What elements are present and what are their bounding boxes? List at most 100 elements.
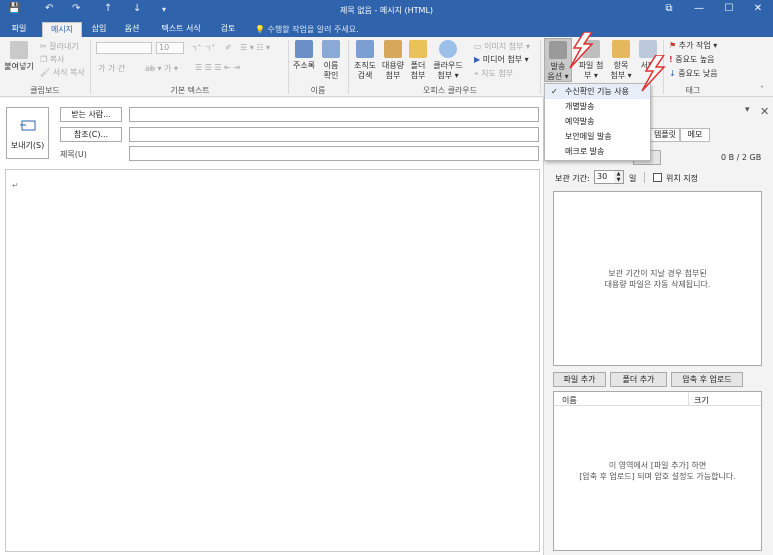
tab-memo[interactable]: 메모	[680, 128, 710, 142]
add-folder-button[interactable]: 폴더 추가	[610, 372, 667, 387]
close-button[interactable]: ✕	[743, 2, 773, 18]
tab-file[interactable]: 파일	[4, 22, 34, 37]
org-search-button[interactable]: 조직도 검색	[351, 40, 379, 81]
to-button[interactable]: 받는 사람...	[60, 107, 122, 122]
group-separator	[540, 40, 541, 94]
tab-template[interactable]: 템플릿	[650, 128, 680, 142]
bullets-icon[interactable]: ☰ ▾ ☷ ▾	[240, 43, 270, 52]
subject-field[interactable]	[129, 146, 539, 161]
play-icon: ▶	[474, 55, 481, 64]
menu-item-secure-send[interactable]: 보안메일 발송	[545, 129, 650, 144]
send-options-icon	[549, 41, 567, 59]
folder-attach-label: 폴더	[410, 61, 426, 70]
copy-icon: ❐	[40, 55, 48, 64]
map-attach-button[interactable]: ⌖ 지도 첨부	[474, 68, 513, 79]
attach-file-label-2: 부 ▾	[584, 71, 598, 80]
group-separator	[90, 40, 91, 94]
org-search-label-2: 검색	[357, 71, 373, 80]
pane-close-icon[interactable]: ✕	[760, 105, 769, 118]
menu-item-individual-send[interactable]: 개별발송	[545, 99, 650, 114]
cloud-icon	[439, 40, 457, 58]
restore-ribbon-button[interactable]: ⧉	[654, 2, 684, 18]
send-button[interactable]: 보내기(S)	[6, 107, 49, 159]
collapse-ribbon-icon[interactable]: ˄	[760, 85, 764, 94]
format-painter-label: 서식 복사	[52, 68, 85, 77]
file-list[interactable]: 이름 크기 이 영역에서 [파일 추가] 하면 [압축 후 업로드] 되며 암호…	[553, 391, 762, 551]
high-importance-label: 중요도 높음	[675, 55, 715, 64]
check-names-label-2: 확인	[323, 71, 339, 80]
column-separator	[688, 392, 689, 406]
to-field[interactable]	[129, 107, 539, 122]
brush-icon: 🖌	[40, 68, 51, 77]
tell-me-box[interactable]: 💡 수행할 작업을 알려 주세요.	[255, 24, 359, 35]
grow-font-icon[interactable]: ㄱ˄ ㄱ˅	[190, 43, 215, 54]
folder-attach-button[interactable]: 폴더 첨부	[407, 40, 429, 81]
attach-item-button[interactable]: 항목 첨부 ▾	[607, 40, 635, 81]
title-bar: 💾 ↶ ↷ ↑ ↓ ▾ 제목 없음 - 메시지 (HTML) ⧉ — ☐ ✕	[0, 0, 773, 20]
position-label: 위치 지정	[666, 174, 698, 183]
menu-item-read-receipt[interactable]: ✓ 수신확인 기능 사용	[545, 84, 650, 99]
spin-down-icon[interactable]: ▼	[614, 177, 623, 183]
format-painter-button[interactable]: 🖌 서식 복사	[40, 67, 85, 78]
large-file-list[interactable]: 보관 기간이 지날 경우 첨부된 대용량 파일은 자동 삭제됩니다.	[553, 191, 762, 366]
tab-message[interactable]: 메시지	[42, 22, 82, 37]
check-names-button[interactable]: 이름 확인	[319, 40, 343, 81]
column-size[interactable]: 크기	[694, 395, 709, 406]
large-attach-label-2: 첨부	[385, 71, 401, 80]
lightbulb-icon: 💡	[255, 25, 265, 34]
copy-button[interactable]: ❐ 복사	[40, 54, 64, 65]
package-icon	[384, 40, 402, 58]
add-file-button[interactable]: 파일 추가	[553, 372, 606, 387]
highlight-color-icons[interactable]: ab̶ ▾ 가 ▾	[145, 63, 178, 74]
tab-text-format[interactable]: 텍스트 서식	[152, 22, 210, 37]
image-attach-button[interactable]: ▭ 이미지 첨부 ▾	[474, 41, 530, 52]
cc-button[interactable]: 참조(C)...	[60, 127, 122, 142]
menu-item-scheduled-send[interactable]: 예약발송	[545, 114, 650, 129]
subject-label: 제목(U)	[60, 150, 87, 159]
map-attach-label: 지도 첨부	[481, 69, 514, 78]
cut-button[interactable]: ✂ 잘라내기	[40, 41, 79, 52]
message-body[interactable]: ↵	[5, 169, 540, 552]
position-checkbox[interactable]	[653, 173, 662, 182]
high-importance-button[interactable]: ! 중요도 높음	[669, 54, 715, 65]
menu-item-macro-send[interactable]: 매크로 발송	[545, 144, 650, 159]
pane-options-icon[interactable]: ▾	[745, 105, 750, 115]
map-icon: ⌖	[474, 69, 479, 78]
lightning-annotation-icon	[641, 55, 666, 92]
column-name[interactable]: 이름	[562, 395, 577, 406]
check-names-label: 이름	[323, 61, 339, 70]
checkmark-icon: ✓	[551, 87, 558, 96]
font-size-combo[interactable]: 10	[156, 42, 184, 54]
font-name-combo[interactable]	[96, 42, 152, 54]
follow-up-button[interactable]: ⚑ 추가 작업 ▾	[669, 40, 717, 51]
align-icons[interactable]: ☰ ☰ ☰ ⇤ ⇥	[195, 63, 240, 72]
maximize-button[interactable]: ☐	[714, 2, 744, 18]
attach-item-label: 항목	[613, 61, 629, 70]
check-names-icon	[322, 40, 340, 58]
menu-item-label: 수신확인 기능 사용	[565, 87, 629, 96]
cloud-attach-button[interactable]: 클라우드 첨부 ▾	[430, 40, 466, 81]
cc-field[interactable]	[129, 127, 539, 142]
bold-italic-underline-icons[interactable]: 가 가 간	[98, 63, 125, 74]
copy-label: 복사	[49, 55, 65, 64]
group-label-office-cloud: 오피스 클라우드	[422, 86, 478, 95]
media-attach-button[interactable]: ▶ 미디어 첨부 ▾	[474, 54, 529, 65]
send-icon	[20, 120, 36, 131]
scissors-icon: ✂	[40, 42, 47, 51]
retention-label: 보관 기간:	[555, 174, 590, 183]
low-importance-label: 중요도 낮음	[678, 69, 718, 78]
tab-options[interactable]: 옵션	[118, 22, 146, 37]
group-separator	[288, 40, 289, 94]
large-attach-button[interactable]: 대용량 첨부	[380, 40, 406, 81]
paste-button[interactable]: 붙여넣기	[4, 41, 34, 72]
minimize-button[interactable]: —	[684, 2, 714, 18]
tab-insert[interactable]: 삽입	[85, 22, 113, 37]
zip-upload-button[interactable]: 압축 후 업로드	[671, 372, 743, 387]
org-chart-icon	[356, 40, 374, 58]
clear-format-icon[interactable]: ✐	[225, 43, 232, 52]
folder-attach-label-2: 첨부	[410, 71, 426, 80]
paste-icon	[10, 41, 28, 59]
tab-review[interactable]: 검토	[214, 22, 242, 37]
low-importance-button[interactable]: ↓ 중요도 낮음	[669, 68, 718, 79]
address-book-button[interactable]: 주소록	[291, 40, 317, 71]
